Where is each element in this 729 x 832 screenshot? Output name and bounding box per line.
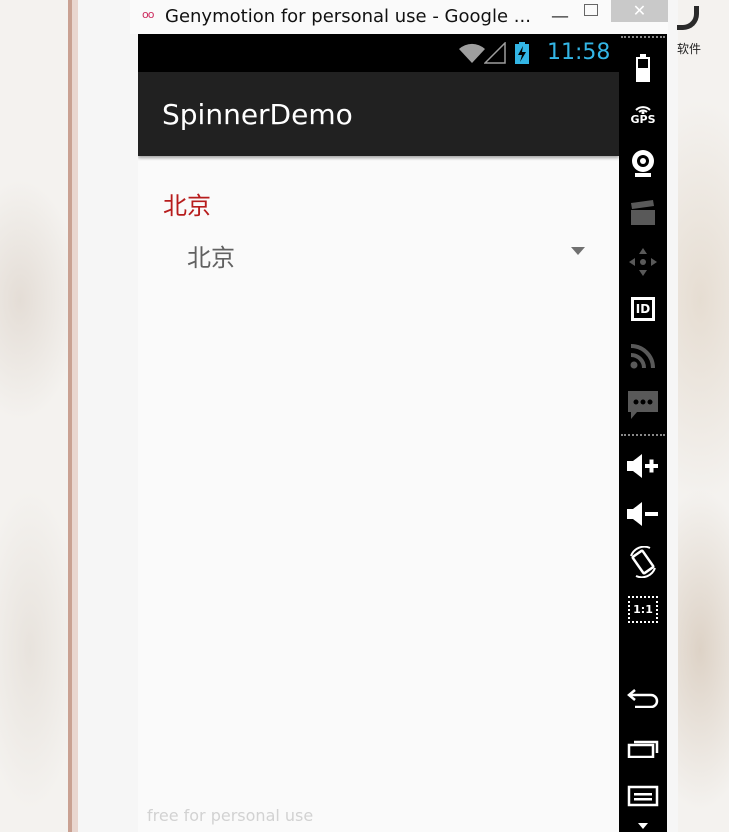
battery-icon[interactable] (619, 52, 667, 84)
sms-icon[interactable] (619, 388, 667, 422)
status-clock: 11:58 (547, 40, 611, 65)
volume-up-icon[interactable] (619, 450, 667, 482)
city-spinner[interactable]: 北京 (170, 230, 590, 282)
chevron-down-icon[interactable] (619, 820, 667, 832)
rotate-icon[interactable] (619, 544, 667, 580)
window-title: Genymotion for personal use - Google ... (165, 6, 531, 27)
rss-icon[interactable] (619, 340, 667, 372)
gps-icon[interactable]: GPS (619, 100, 667, 130)
spinner-selected-value: 北京 (187, 244, 235, 272)
volume-down-icon[interactable] (619, 498, 667, 530)
genymotion-toolbar: GPS ID 1:1 (619, 34, 667, 832)
toolbar-separator (621, 36, 665, 38)
dropdown-arrow-icon (571, 247, 585, 255)
status-bar: 11:58 (138, 34, 619, 72)
maximize-button[interactable] (584, 4, 598, 16)
wifi-icon (459, 43, 485, 63)
genymotion-logo-icon: oo (142, 8, 155, 21)
dpad-icon[interactable] (619, 246, 667, 278)
desktop-text-fragment: 软件 (677, 42, 702, 56)
gps-label: GPS (630, 113, 656, 126)
signal-icon (484, 42, 506, 64)
scale-icon[interactable]: 1:1 (619, 592, 667, 626)
toolbar-separator (621, 434, 665, 436)
recent-apps-icon[interactable] (619, 734, 667, 762)
minimize-button[interactable]: — (551, 6, 569, 27)
action-bar: SpinnerDemo (138, 72, 619, 156)
device-id-label: ID (635, 302, 651, 316)
webcam-icon[interactable] (619, 148, 667, 180)
battery-charging-icon (515, 42, 529, 64)
device-id-icon[interactable]: ID (619, 292, 667, 326)
selected-city-label: 北京 (163, 192, 211, 220)
android-screen: 11:58 SpinnerDemo 北京 北京 free for persona… (138, 34, 619, 832)
close-button[interactable]: ✕ (611, 0, 668, 22)
capture-icon[interactable] (619, 198, 667, 228)
watermark-text: free for personal use (147, 806, 314, 825)
menu-icon[interactable] (619, 782, 667, 810)
scale-label: 1:1 (628, 595, 658, 623)
back-icon[interactable] (619, 684, 667, 712)
app-title: SpinnerDemo (162, 98, 353, 131)
